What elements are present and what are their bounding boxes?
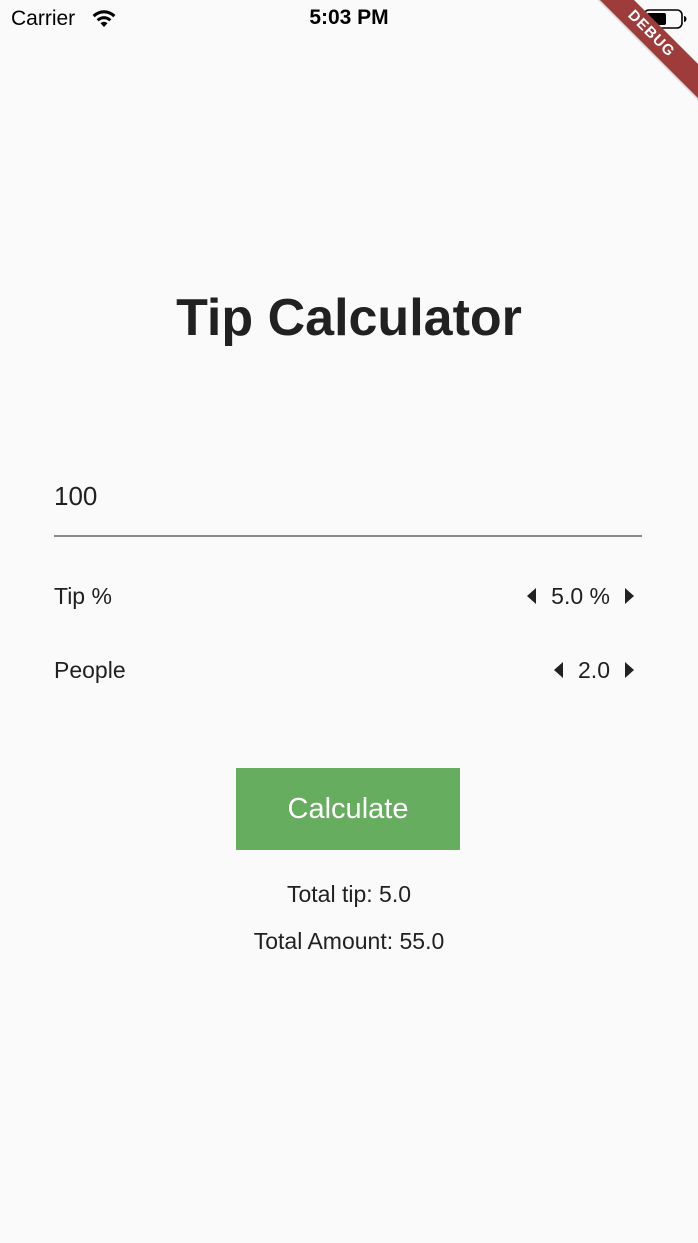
- caret-right-icon: [625, 662, 634, 678]
- total-tip-text: Total tip: 5.0: [286, 881, 412, 907]
- bill-amount-input[interactable]: [54, 470, 642, 522]
- bill-input-underline: [54, 535, 642, 537]
- tip-increment-button[interactable]: [618, 581, 640, 611]
- tip-percent-label: Tip %: [54, 583, 112, 609]
- people-increment-button[interactable]: [618, 655, 640, 685]
- status-bar: Carrier 5:03 PM: [0, 0, 698, 40]
- caret-left-icon: [554, 662, 564, 678]
- total-amount-text: Total Amount: 55.0: [253, 928, 445, 954]
- tip-percent-value: 5.0 %: [551, 582, 610, 609]
- clock: 5:03 PM: [309, 6, 389, 29]
- people-value: 2.0: [578, 656, 610, 683]
- tip-decrement-button[interactable]: [521, 581, 543, 611]
- tip-percent-stepper: 5.0 %: [521, 581, 640, 611]
- caret-left-icon: [527, 588, 537, 604]
- calculate-button[interactable]: Calculate: [236, 768, 460, 850]
- screen: Carrier 5:03 PM DEBUG Tip Calculator Tip…: [0, 0, 698, 1243]
- people-decrement-button[interactable]: [548, 655, 570, 685]
- caret-right-icon: [625, 588, 634, 604]
- people-label: People: [54, 657, 126, 683]
- page-title: Tip Calculator: [176, 289, 522, 347]
- people-stepper: 2.0: [548, 655, 640, 685]
